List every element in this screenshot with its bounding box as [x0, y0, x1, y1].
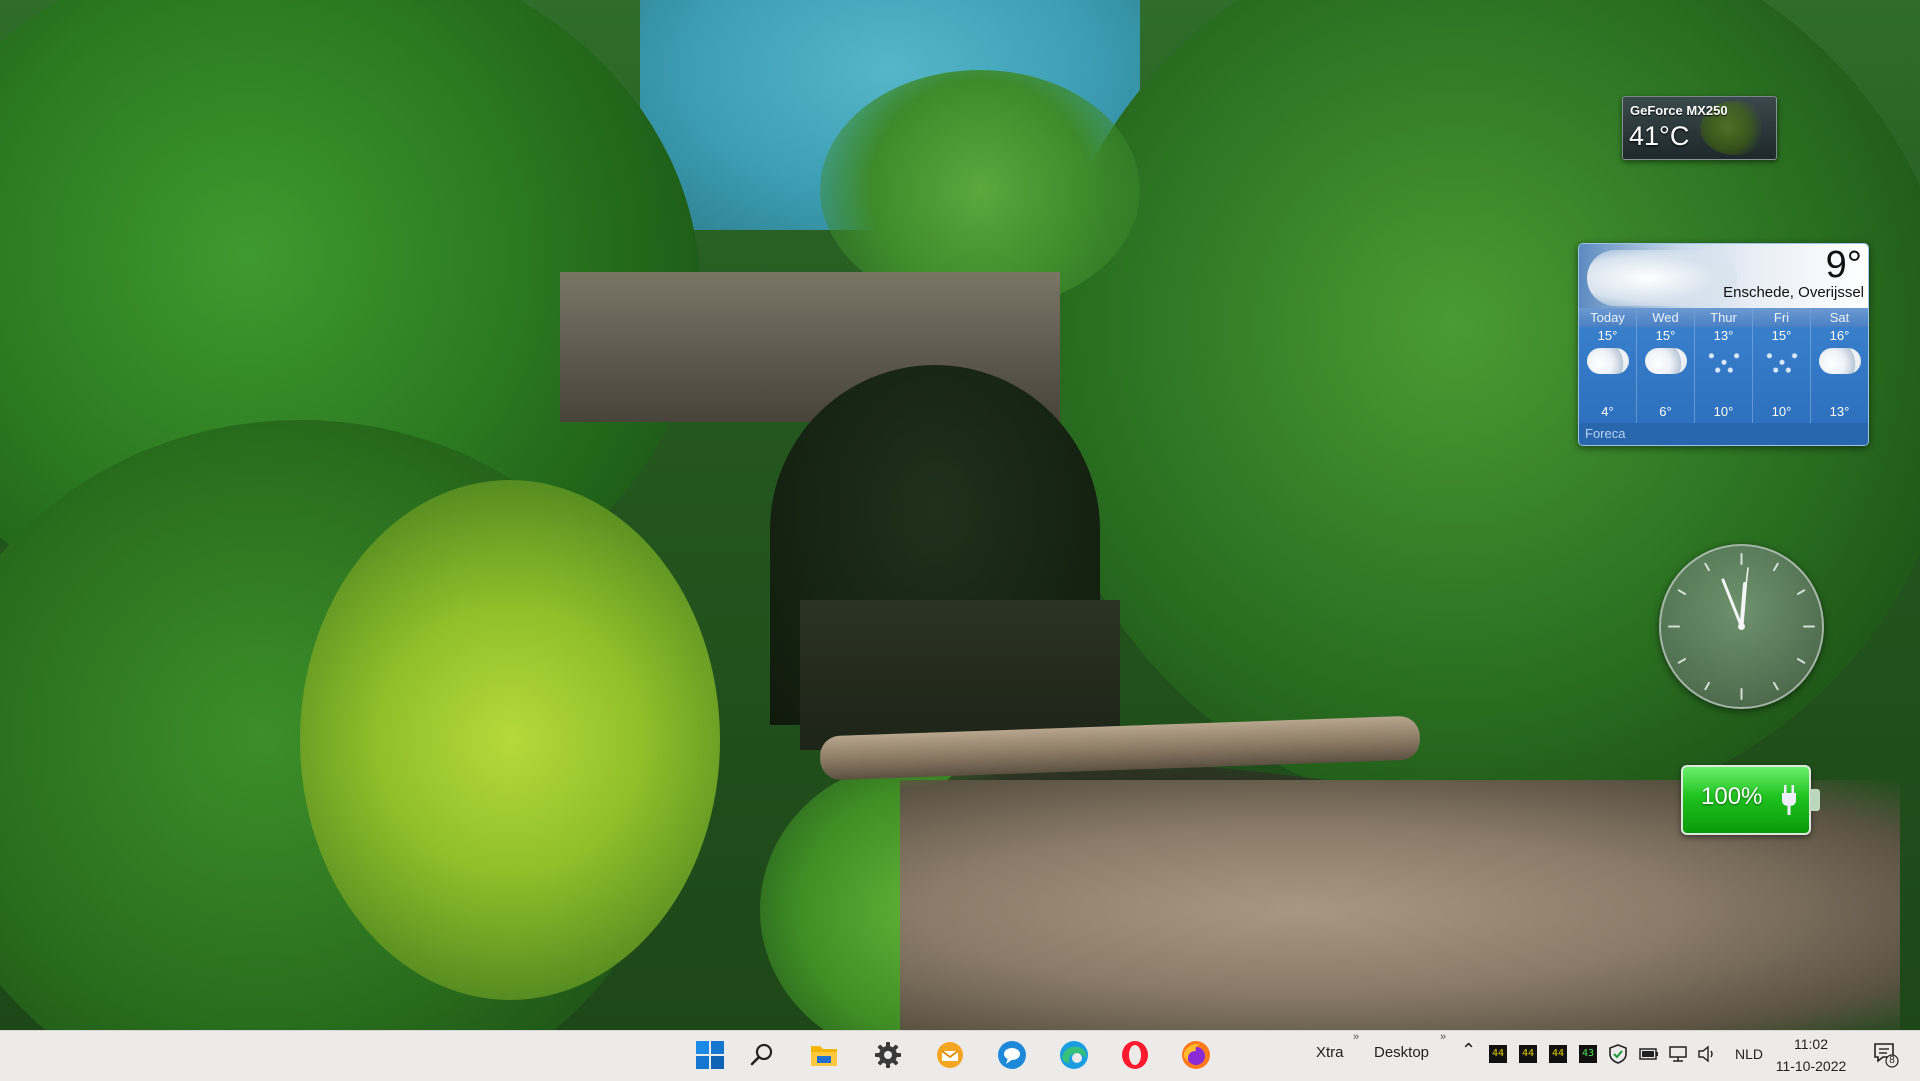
- tray-temp-monitor[interactable]: 44: [1489, 1045, 1507, 1063]
- current-weather-cloud-icon: [1587, 250, 1737, 306]
- input-language-indicator[interactable]: NLD: [1735, 1046, 1763, 1062]
- edge-browser-button[interactable]: [1056, 1037, 1092, 1073]
- xtra-toolbar-chevron-icon[interactable]: »: [1353, 1031, 1359, 1043]
- toolbar-desktop[interactable]: Desktop: [1374, 1044, 1429, 1061]
- analog-clock-gadget[interactable]: [1659, 544, 1824, 709]
- show-hidden-icons-chevron-icon[interactable]: ⌃: [1461, 1040, 1476, 1061]
- opera-browser-button[interactable]: [1117, 1037, 1153, 1073]
- drizzle-icon: [1702, 348, 1745, 374]
- folder-icon: [811, 1046, 837, 1066]
- battery-terminal: [1810, 789, 1820, 811]
- forecast-low: 13°: [1829, 404, 1850, 419]
- forecast-day: Today 15° 4°: [1579, 308, 1636, 423]
- forecast-day: Thur 13° 10°: [1694, 308, 1752, 423]
- gpu-temperature-gadget[interactable]: GeForce MX250 41°C: [1622, 96, 1777, 160]
- mail-icon: [937, 1042, 963, 1068]
- search-button[interactable]: [744, 1037, 780, 1073]
- taskbar-clock-time[interactable]: 11:02: [1774, 1036, 1848, 1052]
- security-shield-icon[interactable]: [1609, 1044, 1627, 1064]
- taskbar-clock-date[interactable]: 11-10-2022: [1770, 1058, 1852, 1074]
- forecast-day: Wed 15° 6°: [1636, 308, 1694, 423]
- toolbar-xtra[interactable]: Xtra: [1316, 1044, 1344, 1061]
- clock-face: [1668, 553, 1815, 700]
- cloud-icon: [1818, 348, 1861, 374]
- forecast-low: 4°: [1601, 404, 1614, 419]
- desktop-toolbar-chevron-icon[interactable]: »: [1440, 1031, 1446, 1043]
- forecast-row: Today 15° 4° Wed 15° 6° Thur 13° 10° Fri…: [1579, 308, 1868, 423]
- opera-icon: [1122, 1041, 1148, 1069]
- notification-count-badge: 8: [1889, 1055, 1895, 1066]
- volume-icon[interactable]: [1697, 1045, 1717, 1063]
- notification-center-button[interactable]: 8: [1872, 1040, 1900, 1068]
- weather-gadget[interactable]: 9° Enschede, Overijssel Today 15° 4° Wed…: [1578, 243, 1869, 446]
- forecast-day-name: Fri: [1753, 308, 1810, 327]
- firefox-browser-button[interactable]: [1178, 1037, 1214, 1073]
- forecast-high: 15°: [1597, 328, 1618, 343]
- gpu-temperature: 41°C: [1629, 121, 1690, 151]
- wallpaper-foliage: [300, 480, 720, 1000]
- weather-source-link[interactable]: Foreca: [1579, 423, 1868, 445]
- windows-icon: [696, 1041, 724, 1069]
- start-button[interactable]: [692, 1037, 728, 1073]
- forecast-high: 15°: [1655, 328, 1676, 343]
- tray-temp-monitor[interactable]: 44: [1549, 1045, 1567, 1063]
- edge-icon: [1060, 1041, 1088, 1069]
- gear-icon: [875, 1042, 901, 1068]
- mail-app-button[interactable]: [932, 1037, 968, 1073]
- settings-button[interactable]: [870, 1037, 906, 1073]
- forecast-high: 13°: [1713, 328, 1734, 343]
- weather-current-panel: 9° Enschede, Overijssel: [1579, 244, 1868, 308]
- forecast-day-name: Wed: [1637, 308, 1694, 327]
- cloud-icon: [1644, 348, 1687, 374]
- battery-gadget[interactable]: 100%: [1681, 765, 1820, 835]
- forecast-high: 16°: [1829, 328, 1850, 343]
- battery-icon[interactable]: [1639, 1047, 1659, 1061]
- drizzle-icon: [1760, 348, 1803, 374]
- forecast-day-name: Today: [1579, 308, 1636, 327]
- weather-location: Enschede, Overijssel: [1723, 284, 1864, 301]
- file-explorer-button[interactable]: [806, 1037, 842, 1073]
- forecast-day: Sat 16° 13°: [1810, 308, 1868, 423]
- cloud-icon: [1586, 348, 1629, 374]
- plug-icon: [1782, 785, 1796, 815]
- battery-percentage: 100%: [1701, 783, 1763, 810]
- search-icon: [750, 1043, 773, 1066]
- tray-temp-monitor[interactable]: 43: [1579, 1045, 1597, 1063]
- forecast-low: 10°: [1771, 404, 1792, 419]
- tray-temp-monitor[interactable]: 44: [1519, 1045, 1537, 1063]
- clock-minute-hand: [1721, 578, 1743, 628]
- firefox-icon: [1182, 1041, 1210, 1069]
- forecast-low: 6°: [1659, 404, 1672, 419]
- messenger-app-button[interactable]: [994, 1037, 1030, 1073]
- forecast-low: 10°: [1713, 404, 1734, 419]
- chat-icon: [998, 1041, 1026, 1069]
- current-temperature: 9°: [1825, 244, 1862, 286]
- forecast-high: 15°: [1771, 328, 1792, 343]
- forecast-day-name: Sat: [1811, 308, 1868, 327]
- forecast-day: Fri 15° 10°: [1752, 308, 1810, 423]
- network-icon[interactable]: [1668, 1045, 1688, 1063]
- forecast-day-name: Thur: [1695, 308, 1752, 327]
- gpu-name: GeForce MX250: [1630, 103, 1728, 118]
